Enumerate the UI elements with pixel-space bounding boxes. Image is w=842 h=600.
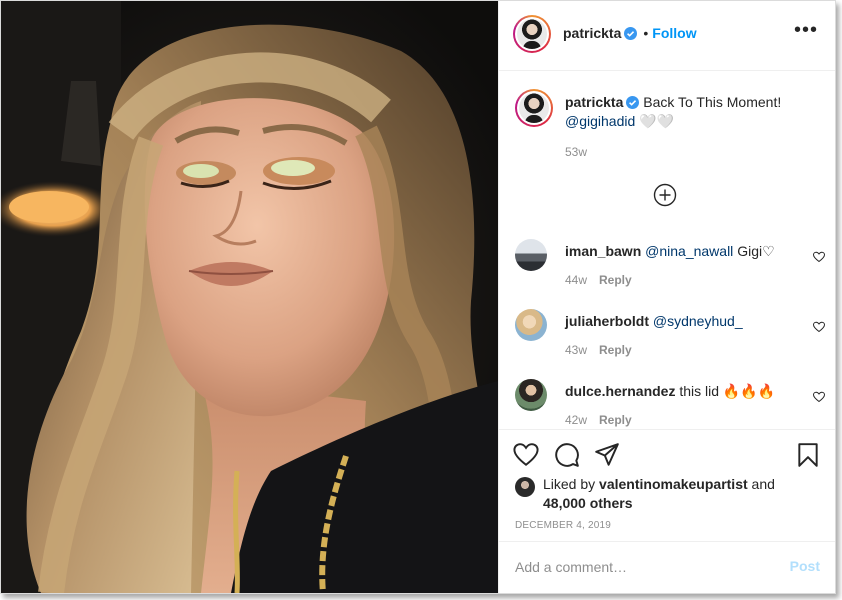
comment-username[interactable]: iman_bawn [565, 243, 641, 259]
comment-time[interactable]: 42w [565, 413, 587, 427]
follow-button[interactable]: Follow [652, 25, 696, 41]
caption-emoji: 🤍🤍 [639, 113, 675, 129]
verified-badge-icon [624, 27, 638, 40]
plus-circle-icon[interactable] [653, 183, 677, 207]
heart-icon[interactable] [513, 442, 539, 468]
heart-icon[interactable] [813, 251, 825, 263]
reply-button[interactable]: Reply [599, 273, 632, 287]
comment-avatar[interactable] [515, 379, 547, 411]
comment-icon[interactable] [554, 442, 580, 468]
comment-mention[interactable]: @sydneyhud_ [653, 313, 743, 329]
share-icon[interactable] [594, 442, 620, 468]
portrait-image [1, 1, 498, 593]
caption-body: Back To This Moment! [643, 94, 782, 110]
heart-icon[interactable] [813, 321, 825, 333]
verified-badge-icon [626, 96, 640, 109]
comment-meta: 42w Reply [565, 413, 632, 427]
liker-username[interactable]: valentinomakeupartist [599, 476, 748, 492]
comment-time[interactable]: 43w [565, 343, 587, 357]
liker-avatar[interactable] [515, 477, 535, 497]
heart-icon[interactable] [813, 391, 825, 403]
comment-text: dulce.hernandez this lid 🔥🔥🔥 [565, 382, 800, 400]
caption-text: patrickta Back To This Moment! @gigihadi… [565, 93, 825, 131]
comment-username[interactable]: juliaherboldt [565, 313, 649, 329]
author-avatar[interactable] [513, 15, 551, 53]
comment-username[interactable]: dulce.hernandez [565, 383, 675, 399]
likes-text: Liked by valentinomakeupartist and 48,00… [543, 475, 783, 513]
comment-input[interactable] [515, 556, 765, 578]
post-side-panel: patrickta • Follow ••• patrickta Back To T… [498, 1, 835, 593]
comment-time[interactable]: 44w [565, 273, 587, 287]
add-comment-bar: Post [499, 541, 835, 593]
post-actions-section: Liked by valentinomakeupartist and 48,00… [499, 429, 835, 593]
comment-avatar[interactable] [515, 239, 547, 271]
comment-meta: 44w Reply [565, 273, 632, 287]
more-options-icon[interactable]: ••• [794, 20, 818, 40]
post-date[interactable]: DECEMBER 4, 2019 [515, 520, 611, 531]
comment-avatar[interactable] [515, 309, 547, 341]
comment-meta: 43w Reply [565, 343, 632, 357]
caption-mention[interactable]: @gigihadid [565, 113, 635, 129]
caption-author[interactable]: patrickta [565, 94, 623, 110]
comment-text: iman_bawn @nina_nawall Gigi♡ [565, 242, 800, 260]
likes-others-link[interactable]: 48,000 others [543, 495, 633, 511]
post-header: patrickta • Follow ••• [499, 1, 835, 71]
comment-body: this lid 🔥🔥🔥 [679, 383, 776, 399]
caption-timestamp[interactable]: 53w [565, 145, 587, 159]
comment-item: iman_bawn @nina_nawall Gigi♡ 44w Reply [515, 239, 825, 289]
comment-body: Gigi♡ [737, 243, 775, 259]
instagram-post-window: patrickta • Follow ••• patrickta Back To T… [0, 0, 836, 594]
comment-item: juliaherboldt @sydneyhud_ 43w Reply [515, 309, 825, 359]
author-username[interactable]: patrickta [563, 25, 621, 41]
reply-button[interactable]: Reply [599, 343, 632, 357]
caption-author-avatar[interactable] [515, 89, 553, 127]
reply-button[interactable]: Reply [599, 413, 632, 427]
header-author-line: patrickta • Follow [563, 25, 697, 41]
likes-suffix: and [751, 476, 775, 492]
comment-text: juliaherboldt @sydneyhud_ [565, 312, 800, 330]
separator-dot: • [643, 25, 649, 41]
comment-item: dulce.hernandez this lid 🔥🔥🔥 42w Reply [515, 379, 825, 429]
bookmark-icon[interactable] [795, 442, 821, 468]
likes-prefix: Liked by [543, 476, 596, 492]
post-comment-button[interactable]: Post [790, 558, 820, 574]
comment-mention[interactable]: @nina_nawall [645, 243, 733, 259]
post-photo[interactable] [1, 1, 498, 593]
